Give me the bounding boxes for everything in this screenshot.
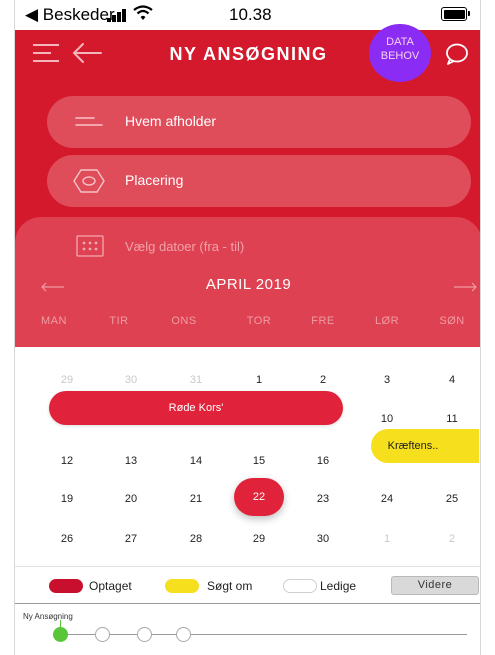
event-bar-kraeftens[interactable]: Kræftens.. xyxy=(371,429,479,463)
battery-icon xyxy=(441,7,470,21)
hexagon-location-icon xyxy=(73,169,105,193)
calendar-day[interactable]: 4 xyxy=(432,374,472,386)
data-needs-line1: DATA xyxy=(386,36,414,48)
calendar-day[interactable]: 3 xyxy=(367,374,407,386)
calendar-day[interactable]: 25 xyxy=(432,493,472,505)
calendar-day[interactable]: 28 xyxy=(176,533,216,545)
calendar-day[interactable]: 16 xyxy=(303,455,343,467)
data-needs-button[interactable]: DATA BEHOV xyxy=(369,24,431,82)
weekday-label: MAN xyxy=(41,315,67,327)
occupied-swatch xyxy=(49,579,83,593)
month-label: APRIL 2019 xyxy=(205,276,292,293)
calendar-day[interactable]: 2 xyxy=(432,533,472,545)
weekday-label: TIR xyxy=(109,315,129,327)
calendar-day[interactable]: 1 xyxy=(239,374,279,386)
progress-stepper: Ny Ansøgning xyxy=(15,604,480,655)
calendar-day[interactable]: 27 xyxy=(111,533,151,545)
calendar-day[interactable]: 15 xyxy=(239,455,279,467)
lines-icon xyxy=(75,117,103,126)
date-picker-panel: Vælg datoer (fra - til) APRIL 2019 MAN T… xyxy=(15,217,480,347)
calendar-day[interactable]: 29 xyxy=(239,533,279,545)
weekday-label: LØR xyxy=(374,315,400,327)
calendar-day[interactable]: 29 xyxy=(47,374,87,386)
data-needs-line2: BEHOV xyxy=(380,50,420,62)
weekday-header: MAN TIR ONS TOR FRE LØR SØN xyxy=(15,315,480,331)
date-range-input[interactable]: Vælg datoer (fra - til) xyxy=(125,239,244,254)
weekday-label: ONS xyxy=(171,315,197,327)
calendar-icon xyxy=(76,235,104,257)
next-button[interactable]: Videre xyxy=(391,576,479,595)
status-back-to-messages[interactable]: ◀ Beskeder xyxy=(25,5,115,25)
available-swatch xyxy=(283,579,317,593)
calendar-day[interactable]: 30 xyxy=(303,533,343,545)
location-label: Placering xyxy=(125,172,184,188)
calendar-day[interactable]: 13 xyxy=(111,455,151,467)
month-selector: APRIL 2019 xyxy=(15,274,480,298)
calendar-day[interactable]: 20 xyxy=(111,493,151,505)
chat-bubble-icon[interactable] xyxy=(445,43,469,65)
location-field[interactable]: Placering xyxy=(47,155,471,207)
calendar-day[interactable]: 14 xyxy=(176,455,216,467)
status-time: 10.38 xyxy=(229,5,272,24)
app-frame: ◀ Beskeder 10.38 NY ANSØGNING DATA BEHOV… xyxy=(14,0,481,655)
calendar-day[interactable]: 12 xyxy=(47,455,87,467)
selected-day-today[interactable]: 22 xyxy=(234,478,284,516)
calendar-grid: 29 30 31 1 2 3 4 Røde Kors' 10 11 Kræfte… xyxy=(15,344,480,566)
applied-swatch xyxy=(165,579,199,593)
calendar-day[interactable]: 10 xyxy=(367,413,407,425)
available-label: Ledige xyxy=(320,579,357,593)
calendar-day[interactable]: 24 xyxy=(367,493,407,505)
weekday-label: SØN xyxy=(439,315,465,327)
step-4-dot[interactable] xyxy=(176,627,191,642)
wifi-icon xyxy=(133,5,153,20)
calendar-day[interactable]: 31 xyxy=(176,374,216,386)
calendar-day[interactable]: 30 xyxy=(111,374,151,386)
step-2-dot[interactable] xyxy=(95,627,110,642)
navigation-bar: NY ANSØGNING DATA BEHOV xyxy=(15,24,480,85)
step-1-dot[interactable] xyxy=(53,627,68,642)
step-3-dot[interactable] xyxy=(137,627,152,642)
organizer-label: Hvem afholder xyxy=(125,113,217,129)
calendar-day[interactable]: 1 xyxy=(367,533,407,545)
event-bar-red-cross[interactable]: Røde Kors' xyxy=(49,391,343,425)
calendar-day[interactable]: 26 xyxy=(47,533,87,545)
occupied-label: Optaget xyxy=(89,579,132,593)
stepper-track xyxy=(59,634,467,635)
applied-label: Søgt om xyxy=(207,579,253,593)
calendar-day[interactable]: 21 xyxy=(176,493,216,505)
header-region: NY ANSØGNING DATA BEHOV Hvem afholder Pl… xyxy=(15,24,480,347)
next-month-arrow-icon[interactable] xyxy=(453,282,477,292)
cell-signal-icon xyxy=(107,8,129,22)
calendar-day[interactable]: 23 xyxy=(303,493,343,505)
weekday-label: TOR xyxy=(246,315,272,327)
calendar-day[interactable]: 19 xyxy=(47,493,87,505)
calendar-day[interactable]: 11 xyxy=(432,413,472,425)
stepper-label: Ny Ansøgning xyxy=(23,612,73,621)
weekday-label: FRE xyxy=(311,315,335,327)
legend: Optaget Søgt om Ledige Videre xyxy=(15,567,480,603)
organizer-field[interactable]: Hvem afholder xyxy=(47,96,471,148)
calendar-day[interactable]: 2 xyxy=(303,374,343,386)
